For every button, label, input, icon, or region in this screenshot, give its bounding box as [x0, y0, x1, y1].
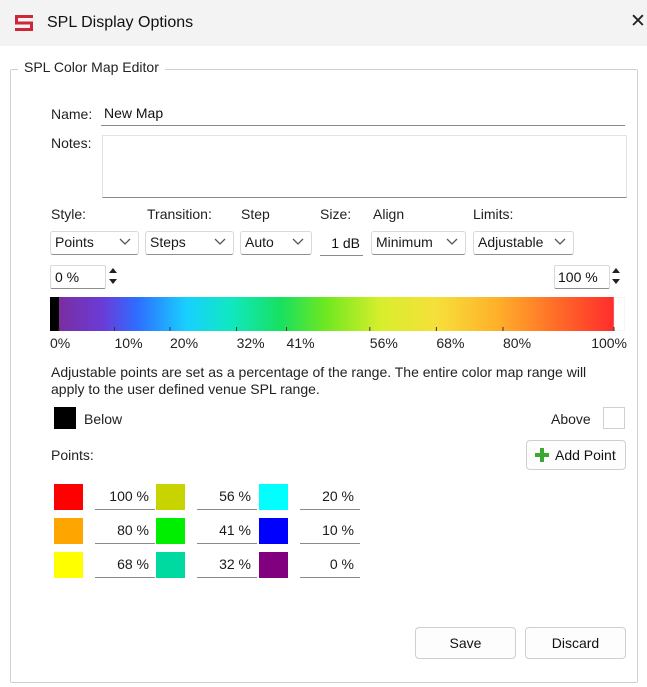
size-input[interactable]: 1 dB — [320, 231, 363, 256]
gradient-fill — [59, 297, 614, 331]
point-color-swatch[interactable] — [156, 484, 185, 510]
point-color-swatch[interactable] — [259, 552, 288, 578]
limits-label: Limits: — [473, 206, 514, 222]
transition-value: Steps — [150, 234, 186, 250]
range-max-input[interactable]: 100 % — [554, 265, 610, 289]
align-select[interactable]: Minimum — [371, 231, 466, 255]
point-value-input[interactable]: 10 % — [300, 519, 360, 544]
point-value-input[interactable]: 80 % — [95, 519, 155, 544]
add-point-label: Add Point — [555, 447, 616, 463]
align-label: Align — [373, 206, 405, 222]
gradient-tick-label: 20% — [170, 335, 199, 351]
chevron-down-icon — [292, 238, 304, 245]
point-value: 68 % — [117, 556, 149, 572]
point-value: 10 % — [322, 522, 354, 538]
size-label: Size: — [320, 206, 352, 222]
gradient-tick-label: 100% — [591, 335, 627, 351]
point-value: 100 % — [109, 488, 149, 504]
discard-button[interactable]: Discard — [525, 627, 626, 659]
point-value: 20 % — [322, 488, 354, 504]
range-max-value: 100 % — [558, 269, 598, 285]
chevron-down-icon — [554, 238, 566, 245]
point-value-input[interactable]: 32 % — [197, 553, 257, 578]
range-max-spinner-icon[interactable] — [609, 264, 623, 288]
point-color-swatch[interactable] — [156, 552, 185, 578]
point-value: 41 % — [219, 522, 251, 538]
align-value: Minimum — [376, 234, 433, 250]
description-text: Adjustable points are set as a percentag… — [51, 364, 587, 397]
point-value: 80 % — [117, 522, 149, 538]
gradient-tick-label: 0% — [50, 335, 71, 351]
below-label: Below — [84, 411, 123, 427]
above-label: Above — [551, 411, 591, 427]
window-title: SPL Display Options — [47, 14, 194, 31]
add-point-button[interactable]: Add Point — [526, 440, 626, 470]
discard-label: Discard — [551, 635, 600, 651]
point-color-swatch[interactable] — [156, 518, 185, 544]
gradient-tick-label: 41% — [286, 335, 315, 351]
point-color-swatch[interactable] — [259, 484, 288, 510]
below-color-swatch[interactable] — [54, 407, 76, 429]
point-value-input[interactable]: 56 % — [197, 485, 257, 510]
chevron-down-icon — [119, 238, 131, 245]
gradient-tick-label: 80% — [503, 335, 532, 351]
style-select[interactable]: Points — [50, 231, 139, 255]
name-input[interactable]: New Map — [101, 101, 625, 126]
gradient-tick-label: 32% — [236, 335, 265, 351]
gradient-tick-label: 68% — [436, 335, 465, 351]
point-value-input[interactable]: 0 % — [300, 553, 360, 578]
point-value: 0 % — [329, 556, 354, 572]
spl-app-icon — [15, 15, 33, 31]
style-label: Style: — [51, 206, 87, 222]
step-label: Step — [241, 206, 270, 222]
transition-label: Transition: — [147, 206, 212, 222]
point-color-swatch[interactable] — [54, 552, 83, 578]
point-value-input[interactable]: 100 % — [95, 485, 155, 510]
notes-textarea[interactable] — [102, 135, 627, 198]
plus-icon — [535, 448, 549, 462]
save-label: Save — [449, 635, 482, 651]
gradient-tick-label: 10% — [114, 335, 143, 351]
color-map-gradient[interactable] — [50, 297, 625, 331]
range-min-input[interactable]: 0 % — [50, 265, 106, 289]
point-value: 56 % — [219, 488, 251, 504]
point-value-input[interactable]: 68 % — [95, 553, 155, 578]
save-button[interactable]: Save — [415, 627, 516, 659]
style-value: Points — [55, 234, 94, 250]
step-value: Auto — [245, 234, 274, 250]
chevron-down-icon — [214, 238, 226, 245]
below-color-segment — [50, 297, 59, 331]
name-value: New Map — [104, 105, 164, 121]
gradient-tick-label: 56% — [369, 335, 398, 351]
name-label: Name: — [51, 106, 93, 122]
point-color-swatch[interactable] — [259, 518, 288, 544]
point-value-input[interactable]: 20 % — [300, 485, 360, 510]
step-select[interactable]: Auto — [240, 231, 312, 255]
point-color-swatch[interactable] — [54, 484, 83, 510]
above-color-swatch[interactable] — [603, 407, 625, 429]
limits-value: Adjustable — [478, 234, 544, 250]
point-value-input[interactable]: 41 % — [197, 519, 257, 544]
range-min-value: 0 % — [55, 269, 80, 285]
points-label: Points: — [51, 447, 94, 463]
point-color-swatch[interactable] — [54, 518, 83, 544]
range-min-spinner-icon[interactable] — [106, 264, 120, 288]
limits-select[interactable]: Adjustable — [473, 231, 574, 255]
above-color-segment — [613, 297, 625, 331]
close-icon[interactable]: ✕ — [630, 10, 646, 33]
group-title: SPL Color Map Editor — [18, 59, 165, 75]
size-value: 1 dB — [331, 235, 360, 251]
transition-select[interactable]: Steps — [145, 231, 234, 255]
point-value: 32 % — [219, 556, 251, 572]
notes-label: Notes: — [51, 135, 92, 151]
chevron-down-icon — [446, 238, 458, 245]
